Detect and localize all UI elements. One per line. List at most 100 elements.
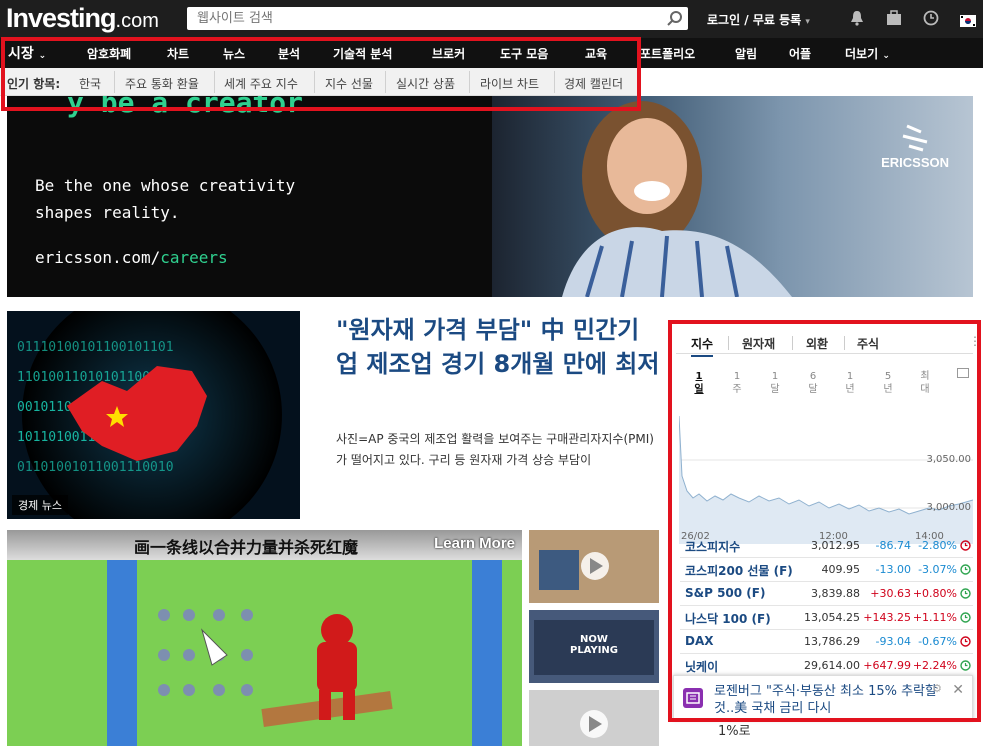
game-ad-title: 画一条线以合并力量并杀死红魔 — [134, 538, 359, 557]
quote-change-percent: +0.80% — [912, 587, 957, 600]
nav-analysis[interactable]: 분석 — [278, 45, 300, 62]
quote-row[interactable]: 코스피지수 3,012.95 -86.74 -2.80% — [680, 534, 973, 558]
game-ad[interactable]: 画一条线以合并力量并杀死红魔 Learn More — [7, 530, 522, 746]
quote-row[interactable]: S&P 500 (F) 3,839.88 +30.63 +0.80% — [680, 582, 973, 606]
ad-url[interactable]: ericsson.com/careers — [35, 248, 228, 267]
quote-name[interactable]: DAX — [685, 634, 714, 648]
notification-text[interactable]: 로젠버그 "주식·부동산 최소 15% 추락할 것..美 국채 금리 다시 — [714, 683, 954, 717]
investing-logo[interactable]: Investing.com — [6, 3, 159, 34]
article-image[interactable]: 01110100101100101101 1101001101010110010… — [7, 311, 300, 519]
period-1-year[interactable]: 1년 — [843, 370, 857, 396]
ericsson-ad-banner[interactable]: y be a creator Be the one whose creativi… — [7, 96, 973, 297]
quote-name[interactable]: 코스피지수 — [685, 538, 740, 555]
popular-items-bar: 인기 항목: 한국 주요 통화 환율 세계 주요 지수 지수 선물 실시간 상품… — [0, 68, 640, 96]
quote-change-percent: -0.67% — [918, 635, 957, 648]
period-1-month[interactable]: 1달 — [768, 370, 782, 396]
widget-tab-forex[interactable]: 외환 — [806, 335, 828, 352]
widget-tab-stocks[interactable]: 주식 — [857, 335, 879, 352]
news-notification-popup[interactable]: 로젠버그 "주식·부동산 최소 15% 추락할 것..美 국채 금리 다시 ⚙ … — [673, 675, 973, 720]
portfolio-briefcase-icon[interactable] — [886, 10, 902, 30]
popular-tab-economic-calendar[interactable]: 경제 캘린더 — [564, 75, 623, 92]
settings-gear-icon[interactable]: ⚙ — [932, 682, 942, 695]
quote-name[interactable]: S&P 500 (F) — [685, 586, 765, 600]
popular-tab-index-futures[interactable]: 지수 선물 — [325, 75, 373, 92]
nav-markets[interactable]: 시장 ⌄ — [8, 43, 46, 63]
nav-technical-analysis[interactable]: 기술적 분석 — [333, 45, 392, 62]
clock-icon[interactable] — [923, 10, 939, 30]
period-5-years[interactable]: 5년 — [881, 370, 895, 396]
video-thumbnail-now-playing[interactable]: NOW PLAYING — [529, 610, 659, 683]
market-status-clock-icon — [960, 588, 971, 602]
widget-tab-commodities[interactable]: 원자재 — [742, 335, 775, 352]
nav-more[interactable]: 더보기 ⌄ — [845, 45, 890, 62]
nav-apps[interactable]: 어플 — [789, 45, 811, 62]
ad-tagline: Be the one whose creativity shapes realit… — [35, 176, 296, 222]
nav-alerts[interactable]: 알림 — [735, 45, 757, 62]
quote-change: +143.25 — [863, 611, 911, 624]
article-headline[interactable]: "원자재 가격 부담" 中 민간기업 제조업 경기 8개월 만에 최저 — [336, 313, 661, 381]
search-icon[interactable] — [666, 10, 684, 32]
top-bar: Investing.com 로그인 / 무료 등록 ▾ — [0, 0, 983, 38]
divider — [385, 71, 386, 93]
video-thumbnail[interactable] — [529, 530, 659, 603]
learn-more-button[interactable]: Learn More — [434, 535, 515, 552]
period-1-day[interactable]: 1일 — [692, 370, 706, 396]
popular-items-label: 인기 항목: — [7, 77, 61, 91]
nav-portfolio[interactable]: 포트폴리오 — [640, 45, 695, 62]
divider — [469, 71, 470, 93]
market-status-clock-icon — [960, 636, 971, 650]
quote-change-percent: +2.24% — [912, 659, 957, 672]
article-summary: 사진=AP 중국의 제조업 활력을 보여주는 구매관리자지수(PMI)가 떨어지… — [336, 432, 654, 467]
market-quotes-widget: 지수 원자재 외환 주식 ⋮ 1일 1주 1달 6달 1년 5년 최대 3,05… — [676, 330, 981, 720]
login-register-link[interactable]: 로그인 / 무료 등록 ▾ — [707, 11, 810, 28]
quote-row[interactable]: 나스닥 100 (F) 13,054.25 +143.25 +1.11% — [680, 606, 973, 630]
popular-tab-major-fx[interactable]: 주요 통화 환율 — [125, 75, 199, 92]
quote-name[interactable]: 코스피200 선물 (F) — [685, 562, 793, 579]
svg-text:01101001011001110010: 01101001011001110010 — [17, 460, 174, 475]
popular-tab-korea[interactable]: 한국 — [79, 75, 101, 92]
period-6-months[interactable]: 6달 — [806, 370, 820, 396]
close-icon[interactable]: ✕ — [952, 682, 964, 698]
nav-news[interactable]: 뉴스 — [223, 45, 245, 62]
quote-name[interactable]: 나스닥 100 (F) — [685, 610, 771, 627]
period-1-week[interactable]: 1주 — [730, 370, 744, 396]
widget-more-icon[interactable]: ⋮ — [969, 334, 981, 348]
chart-type-icon[interactable] — [957, 368, 969, 378]
market-status-clock-icon — [960, 612, 971, 626]
divider — [314, 71, 315, 93]
search-input[interactable] — [187, 7, 657, 30]
main-navigation: 시장 ⌄ 암호화폐 차트 뉴스 분석 기술적 분석 브로커 도구 모음 교육 포… — [0, 38, 983, 68]
article-category-badge: 경제 뉴스 — [12, 495, 68, 515]
index-chart: 3,050.00 3,000.00 26/02 12:00 14:00 — [678, 415, 974, 544]
popular-tab-live-charts[interactable]: 라이브 차트 — [480, 75, 539, 92]
nav-crypto[interactable]: 암호화폐 — [87, 45, 131, 62]
popular-tab-world-indices[interactable]: 세계 주요 지수 — [224, 75, 298, 92]
widget-tab-indices[interactable]: 지수 — [691, 335, 714, 357]
quote-change: -93.04 — [875, 635, 911, 648]
quote-name[interactable]: 닛케이 — [685, 658, 718, 675]
popular-tab-live-commodities[interactable]: 실시간 상품 — [396, 75, 455, 92]
video-thumbnail[interactable] — [529, 690, 659, 746]
nav-charts[interactable]: 차트 — [167, 45, 189, 62]
search-box[interactable] — [187, 7, 688, 30]
nav-brokers[interactable]: 브로커 — [432, 45, 465, 62]
quote-value: 13,054.25 — [804, 611, 860, 624]
bell-icon[interactable] — [850, 10, 864, 30]
nav-education[interactable]: 교육 — [585, 45, 607, 62]
news-icon — [683, 688, 703, 708]
divider — [728, 336, 729, 350]
quote-value: 3,839.88 — [811, 587, 860, 600]
period-max[interactable]: 최대 — [918, 370, 932, 396]
quote-row[interactable]: DAX 13,786.29 -93.04 -0.67% — [680, 630, 973, 654]
ad-heading-partial: y be a creator — [67, 96, 304, 119]
quote-change: -86.74 — [875, 539, 911, 552]
quote-row[interactable]: 코스피200 선물 (F) 409.95 -13.00 -3.07% — [680, 558, 973, 582]
quote-change-percent: -2.80% — [918, 539, 957, 552]
quote-value: 409.95 — [821, 563, 861, 576]
quote-change: +647.99 — [863, 659, 911, 672]
quote-change-percent: -3.07% — [918, 563, 957, 576]
market-status-clock-icon — [960, 564, 971, 578]
korea-flag-icon[interactable] — [960, 12, 976, 31]
nav-tools[interactable]: 도구 모음 — [500, 45, 548, 62]
divider — [214, 71, 215, 93]
